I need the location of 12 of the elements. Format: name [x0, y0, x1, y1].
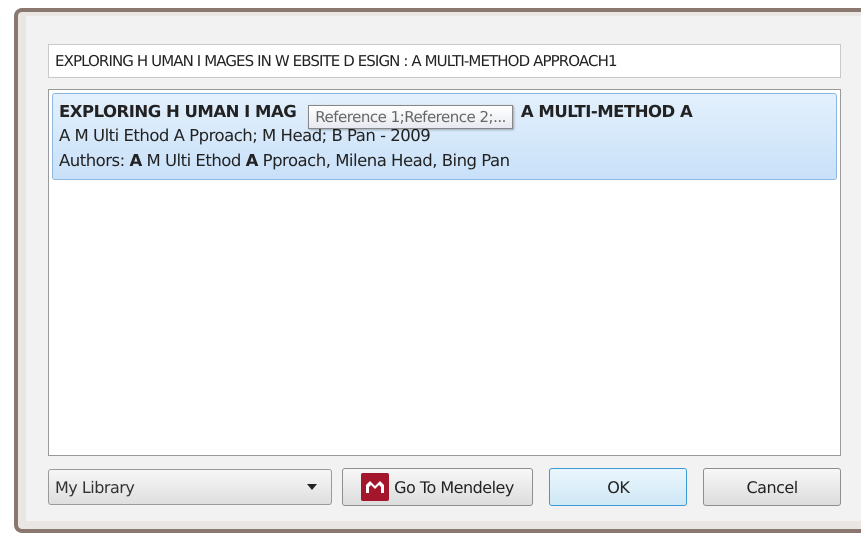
mendeley-logo-icon	[361, 473, 390, 501]
result-item[interactable]: EXPLORING H UMAN I MAG Reference 1;Reference 2;... A MULTI-METHOD A A M Ulti Ethod A Pproach; M Head; B Pan - 2009 Authors: A M Ulti Ethod A Pproach, Milena Head, Bing Pan	[52, 93, 837, 180]
dialog-button[interactable]: OK	[549, 468, 688, 506]
result-title: A MULTI-METHOD A	[520, 102, 692, 121]
authors-text: Authors: A M Ulti Ethod A Pproach, Milena Head, Bing Pan	[59, 150, 511, 172]
go-to-mendeley-button[interactable]: Go To Mendeley	[342, 468, 534, 506]
tooltip: Reference 1;Reference 2;...	[308, 105, 513, 129]
search-field[interactable]: EXPLORING H UMAN I MAGES IN W EBSITE D ESIGN : A MULTI-METHOD APPROACH1	[48, 44, 841, 78]
result-title: EXPLORING H UMAN I MAG	[59, 102, 296, 121]
caret-icon	[306, 484, 317, 490]
library-dropdown[interactable]: My Library	[48, 469, 332, 505]
dialog-button[interactable]: Cancel	[703, 468, 841, 506]
